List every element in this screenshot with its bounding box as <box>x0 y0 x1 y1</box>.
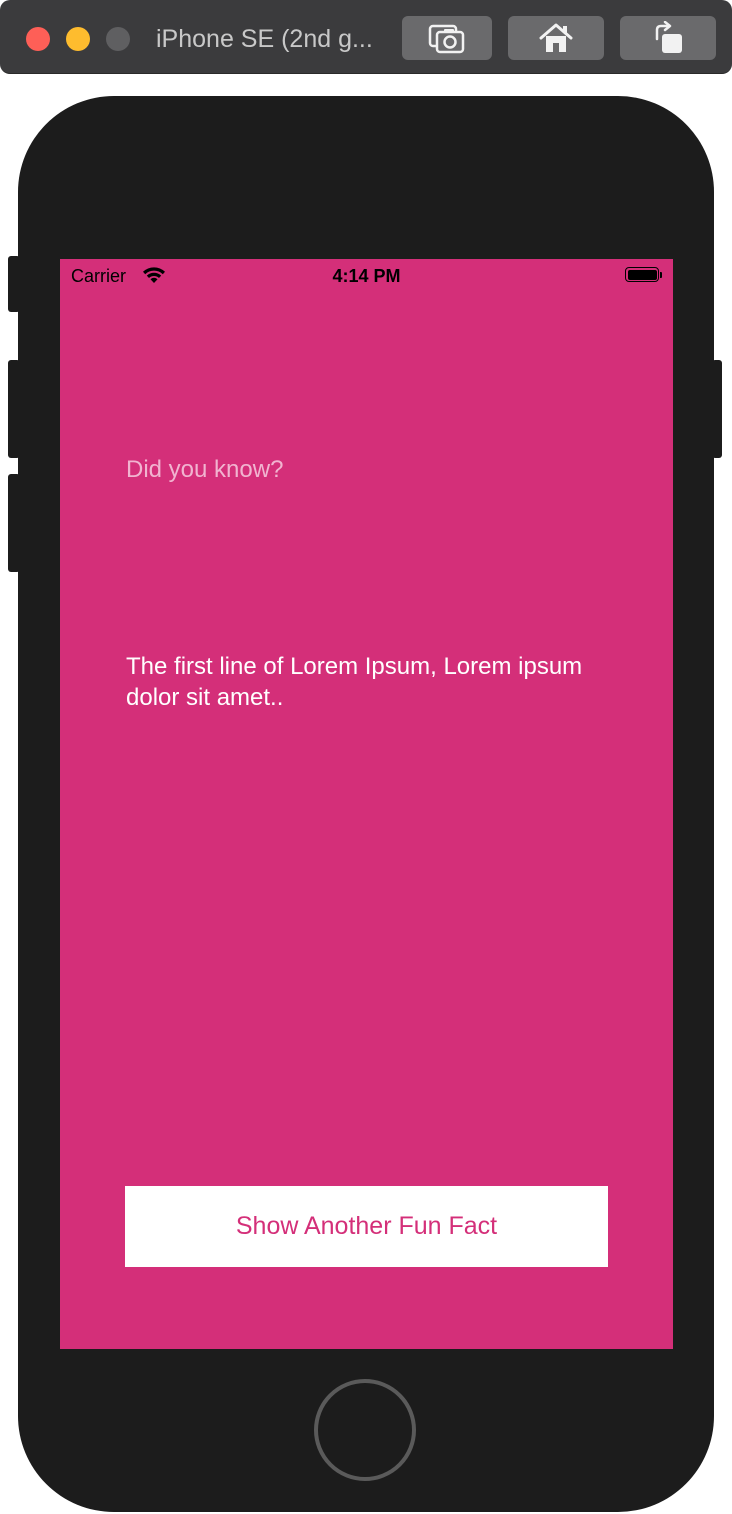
show-another-fun-fact-button[interactable]: Show Another Fun Fact <box>125 1186 608 1267</box>
fun-fact-text: The first line of Lorem Ipsum, Lorem ips… <box>126 653 583 711</box>
status-time: 4:14 PM <box>332 266 401 286</box>
close-window-button[interactable] <box>26 27 50 51</box>
zoom-window-button[interactable] <box>106 27 130 51</box>
status-bar: Carrier 4:14 PM <box>60 259 673 293</box>
rotate-button[interactable] <box>620 16 716 60</box>
battery-tip <box>660 272 662 278</box>
simulator-title-bar: iPhone SE (2nd g... <box>0 0 732 74</box>
battery-icon <box>625 267 659 282</box>
battery-level-fill <box>627 269 657 280</box>
home-button[interactable] <box>314 1379 416 1481</box>
minimize-window-button[interactable] <box>66 27 90 51</box>
screenshot-button[interactable] <box>402 16 492 60</box>
app-screen: Carrier 4:14 PM Did you know? The first … <box>60 259 673 1349</box>
screenshot-camera-icon <box>428 24 465 54</box>
window-title: iPhone SE (2nd g... <box>156 25 373 53</box>
home-hardware-button[interactable] <box>508 16 604 60</box>
did-you-know-label: Did you know? <box>126 456 284 483</box>
home-icon <box>539 23 573 52</box>
rotate-icon <box>655 21 682 53</box>
